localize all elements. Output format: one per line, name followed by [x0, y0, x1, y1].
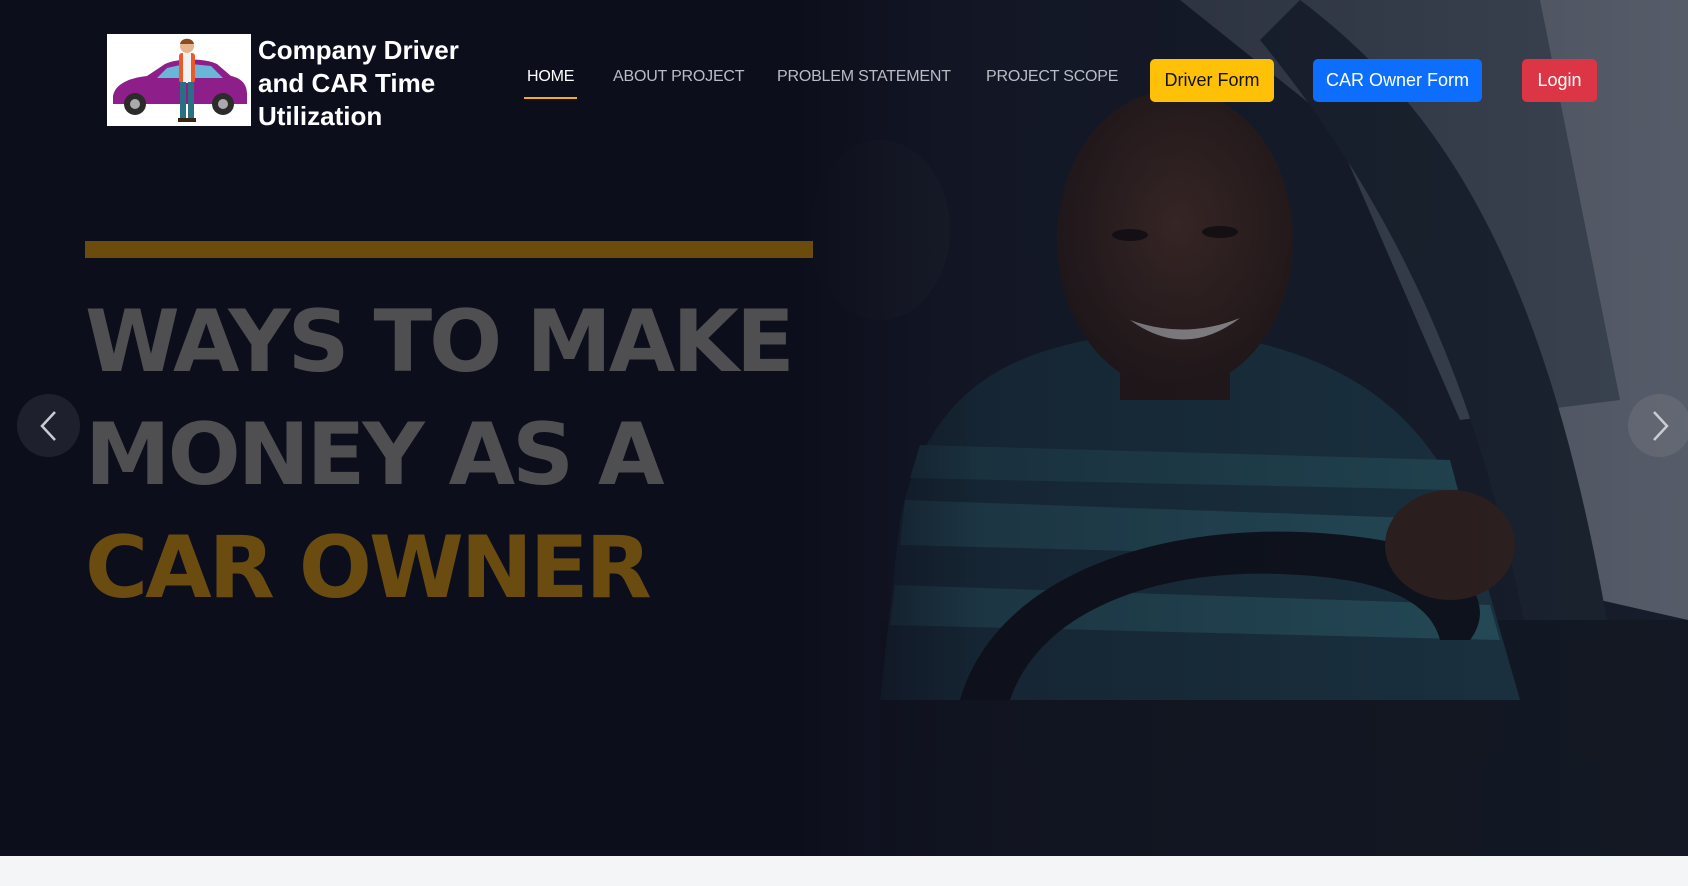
hero-accent-bar [85, 241, 813, 258]
hero-line-1: WAYS TO MAKE [85, 292, 795, 392]
carousel-next-button[interactable] [1628, 394, 1688, 457]
nav-home[interactable]: HOME [527, 68, 574, 86]
login-button[interactable]: Login [1522, 59, 1597, 102]
nav-active-underline [524, 97, 577, 99]
brand-title: Company Driver and CAR Time Utilization [258, 35, 459, 131]
nav-about-project[interactable]: ABOUT PROJECT [613, 68, 745, 86]
chevron-left-icon [39, 410, 56, 441]
carousel-prev-button[interactable] [17, 394, 80, 457]
driver-form-button[interactable]: Driver Form [1150, 59, 1274, 102]
car-owner-form-button[interactable]: CAR Owner Form [1313, 59, 1482, 102]
hero-line-2: MONEY AS A [85, 405, 665, 505]
hero-line-3: CAR OWNER [85, 518, 652, 618]
hero-carousel: Company Driver and CAR Time Utilization … [0, 0, 1688, 856]
nav-project-scope[interactable]: PROJECT SCOPE [986, 68, 1118, 86]
page-below-strip [0, 856, 1688, 886]
chevron-right-icon [1652, 410, 1669, 441]
car-driver-logo-icon [107, 34, 251, 126]
hero-heading: WAYS TO MAKE MONEY AS A CAR OWNER [85, 286, 845, 625]
top-navbar: Company Driver and CAR Time Utilization … [0, 0, 1688, 162]
brand[interactable]: Company Driver and CAR Time Utilization [107, 34, 473, 133]
nav-problem-statement[interactable]: PROBLEM STATEMENT [777, 68, 951, 86]
